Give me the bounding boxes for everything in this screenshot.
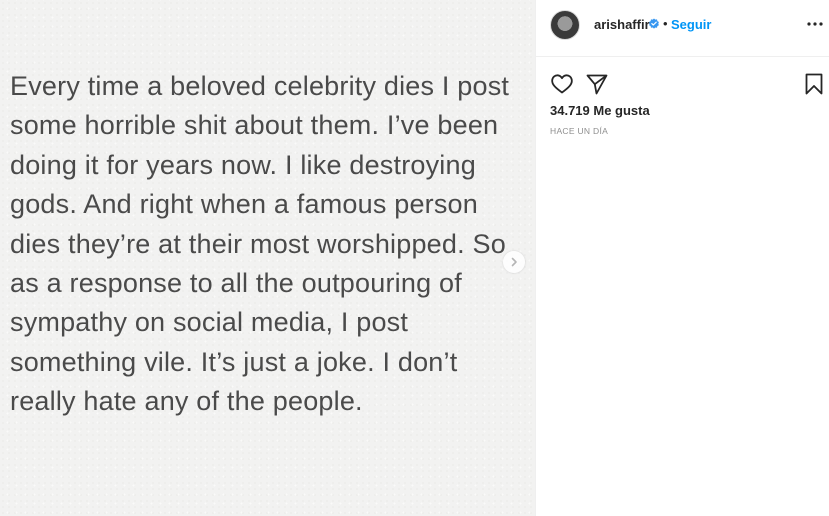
more-options-icon <box>807 22 823 26</box>
username-link[interactable]: arishaffir <box>594 17 650 32</box>
follow-button[interactable]: Seguir <box>671 17 711 32</box>
post-image-text: Every time a beloved celebrity dies I po… <box>10 71 510 417</box>
post-actions <box>550 72 825 96</box>
paper-plane-icon[interactable] <box>585 72 609 96</box>
post-image[interactable]: Every time a beloved celebrity dies I po… <box>0 0 535 516</box>
verified-badge-icon <box>649 18 659 29</box>
more-options-button[interactable] <box>806 15 824 33</box>
separator-dot: • <box>663 16 668 31</box>
avatar[interactable] <box>550 10 580 40</box>
post-sidebar: arishaffir • Seguir 34.719 Me gusta HACE… <box>535 0 829 516</box>
likes-count[interactable]: 34.719 Me gusta <box>550 103 650 118</box>
bookmark-icon[interactable] <box>802 72 826 96</box>
chevron-right-icon <box>511 257 517 267</box>
post-header: arishaffir • Seguir <box>536 0 829 57</box>
post-timestamp[interactable]: HACE UN DÍA <box>550 126 608 136</box>
next-slide-button[interactable] <box>503 251 525 273</box>
instagram-post: Every time a beloved celebrity dies I po… <box>0 0 829 516</box>
heart-icon[interactable] <box>550 72 574 96</box>
